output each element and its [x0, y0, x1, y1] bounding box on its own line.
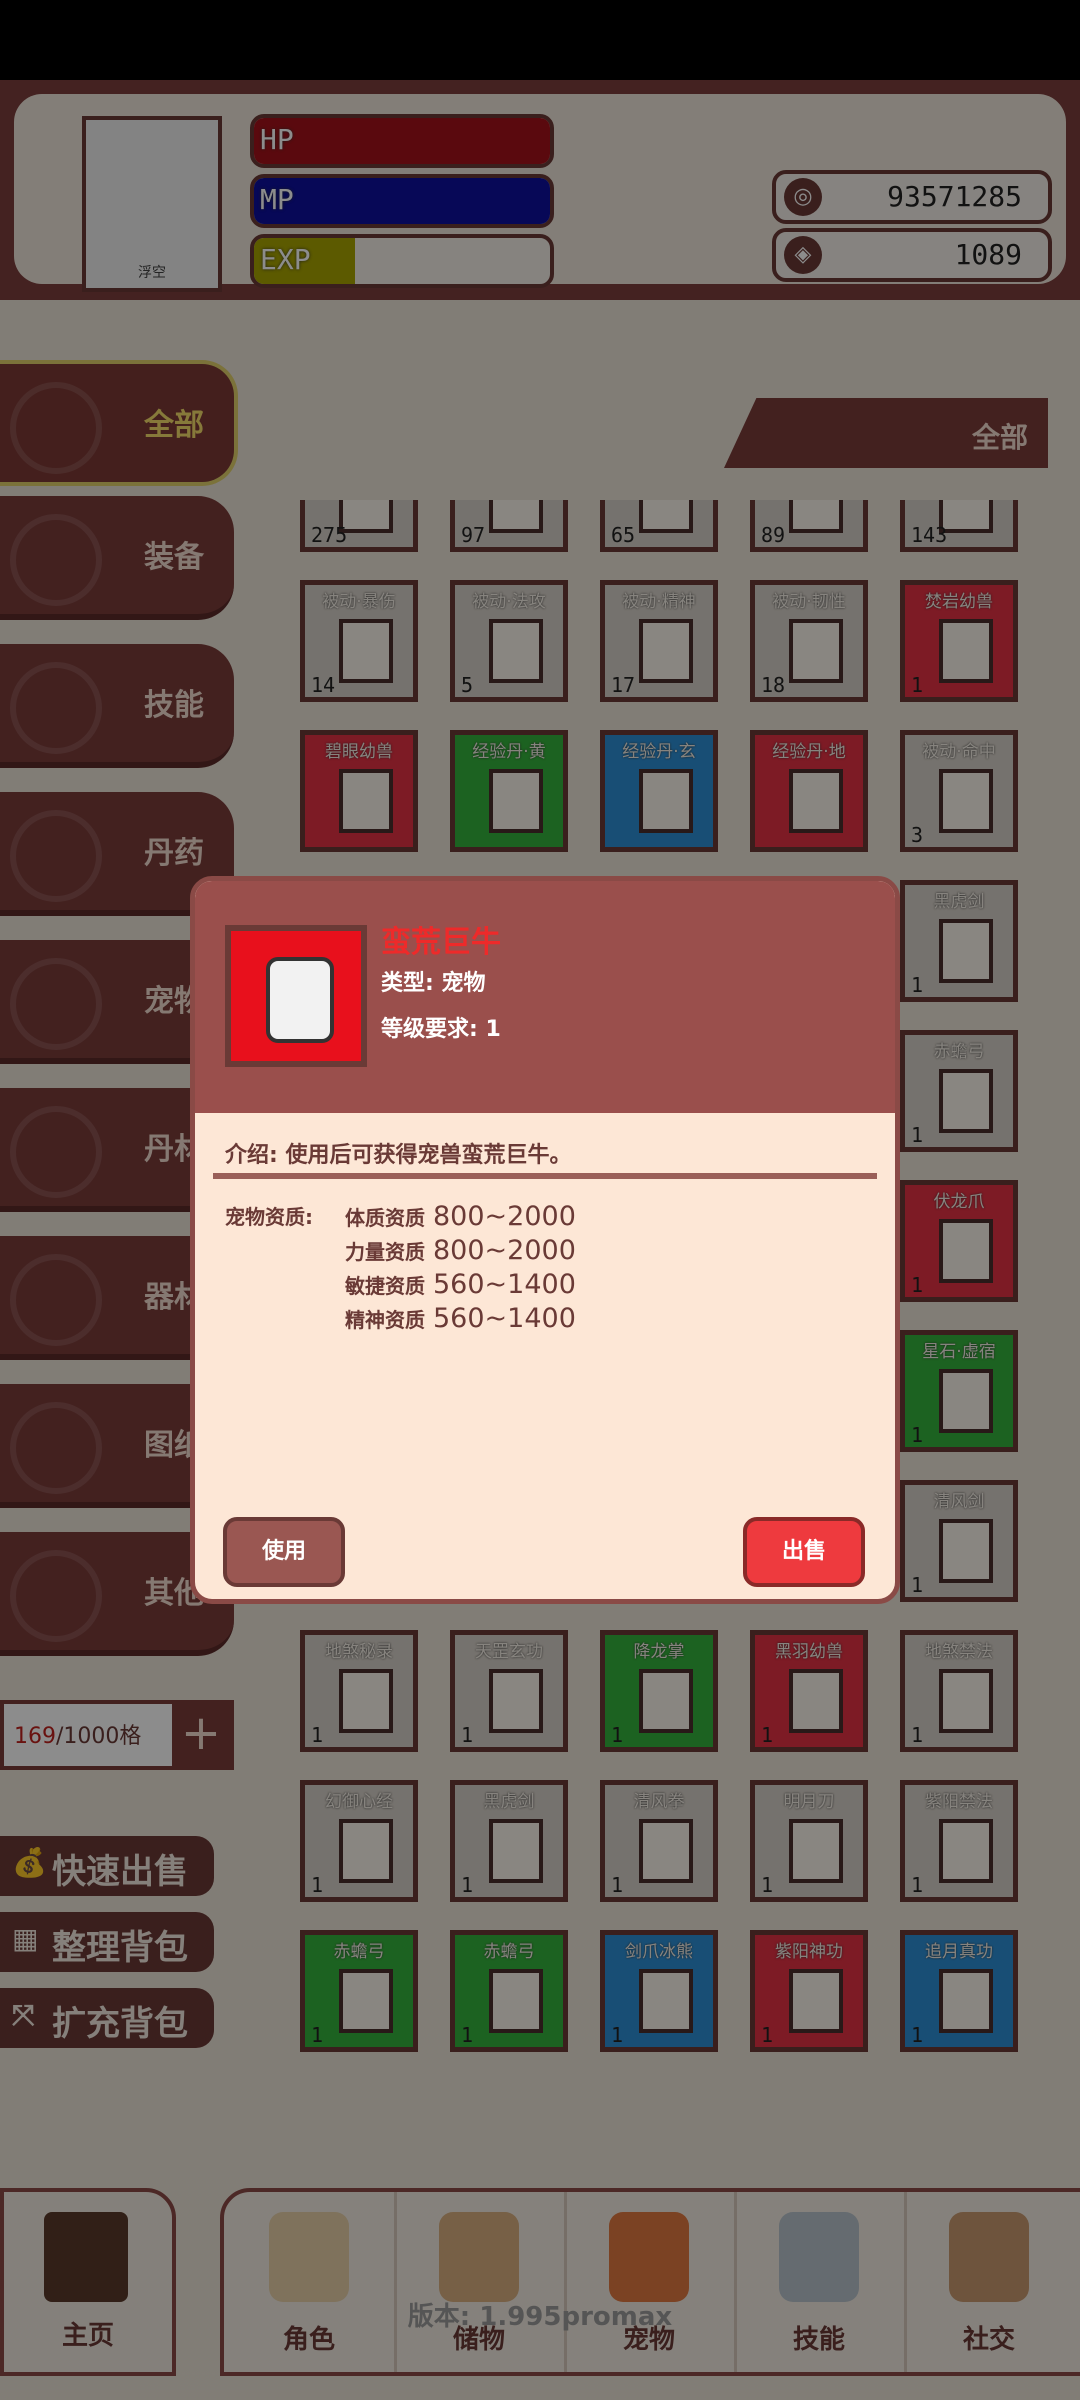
- stat-row: 体质资质 800~2000: [345, 1201, 576, 1232]
- divider: [213, 1173, 877, 1179]
- stat-value: 800~2000: [433, 1201, 576, 1232]
- stat-row: 力量资质 800~2000: [345, 1235, 576, 1266]
- stat-name: 精神资质: [345, 1308, 425, 1332]
- stat-row: 敏捷资质 560~1400: [345, 1269, 576, 1300]
- item-description: 介绍: 使用后可获得宠兽蛮荒巨牛。: [225, 1143, 572, 1168]
- stat-value: 560~1400: [433, 1269, 576, 1300]
- stat-name: 敏捷资质: [345, 1274, 425, 1298]
- stat-name: 体质资质: [345, 1206, 425, 1230]
- popup-header: 蛮荒巨牛 类型: 宠物 等级要求: 1: [195, 881, 895, 1113]
- stat-name: 力量资质: [345, 1240, 425, 1264]
- stats-label: 宠物资质:: [225, 1205, 313, 1229]
- bull-icon: [266, 957, 334, 1043]
- item-name: 蛮荒巨牛: [381, 925, 501, 960]
- sell-button[interactable]: 出售: [743, 1517, 865, 1587]
- item-detail-popup: 蛮荒巨牛 类型: 宠物 等级要求: 1 介绍: 使用后可获得宠兽蛮荒巨牛。 宠物…: [190, 876, 900, 1604]
- stat-value: 560~1400: [433, 1303, 576, 1334]
- item-level-req: 等级要求: 1: [381, 1017, 501, 1042]
- stat-row: 精神资质 560~1400: [345, 1303, 576, 1334]
- screen: 浮空 HP MP EXP ◎ 93571285 ◈ 1089 全部 装备 技能 …: [0, 0, 1080, 2400]
- pet-item-icon: [225, 925, 367, 1067]
- version-text: 版本: 1.995promax: [407, 2302, 673, 2332]
- use-button[interactable]: 使用: [223, 1517, 345, 1587]
- stat-value: 800~2000: [433, 1235, 576, 1266]
- item-type: 类型: 宠物: [381, 971, 486, 996]
